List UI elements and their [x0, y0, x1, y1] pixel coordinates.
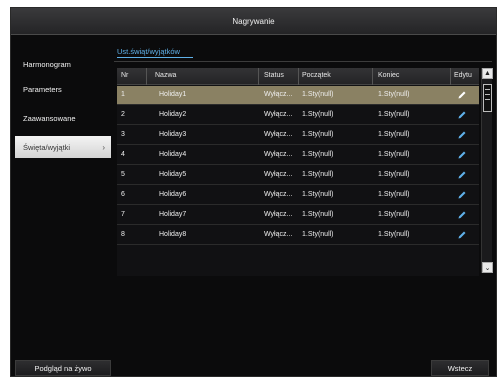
column-separator [146, 68, 147, 85]
cell-start: 1.Sty(null) [302, 91, 334, 98]
table-row[interactable]: 8 Holiday8 Wyłącz... 1.Sty(null) 1.Sty(n… [117, 226, 479, 245]
cell-start: 1.Sty(null) [302, 231, 334, 238]
cell-status: Wyłącz... [264, 151, 293, 158]
pencil-icon[interactable] [457, 230, 467, 240]
back-button[interactable]: Wstecz [431, 360, 489, 376]
column-header-edit[interactable]: Edytu [454, 72, 472, 79]
column-header-start[interactable]: Początek [302, 72, 331, 79]
holiday-table: Nr Nazwa Status Początek Koniec Edytu 1 … [117, 68, 479, 276]
cell-end: 1.Sty(null) [378, 151, 410, 158]
cell-start: 1.Sty(null) [302, 191, 334, 198]
scroll-down-button[interactable]: ⌄ [482, 262, 493, 273]
column-separator [450, 68, 451, 85]
cell-nr: 8 [121, 231, 125, 238]
cell-end: 1.Sty(null) [378, 191, 410, 198]
cell-nr: 5 [121, 171, 125, 178]
sidebar-item-holidays[interactable]: Święta/wyjątki › [15, 136, 111, 158]
pencil-icon[interactable] [457, 190, 467, 200]
column-header-name[interactable]: Nazwa [155, 72, 176, 79]
sidebar-item-parameters[interactable]: Parameters [15, 78, 111, 100]
scroll-thumb[interactable] [483, 84, 492, 112]
cell-status: Wyłącz... [264, 111, 293, 118]
cell-nr: 7 [121, 211, 125, 218]
table-row[interactable]: 4 Holiday4 Wyłącz... 1.Sty(null) 1.Sty(n… [117, 146, 479, 165]
sidebar-item-label: Święta/wyjątki [23, 142, 71, 152]
column-separator [298, 68, 299, 85]
column-separator [258, 68, 259, 85]
cell-end: 1.Sty(null) [378, 211, 410, 218]
sidebar-item-schedule[interactable]: Harmonogram [15, 53, 111, 75]
cell-status: Wyłącz... [264, 231, 293, 238]
cell-status: Wyłącz... [264, 191, 293, 198]
live-view-button[interactable]: Podgląd na żywo [15, 360, 111, 376]
cell-name: Holiday8 [159, 231, 187, 238]
cell-nr: 2 [121, 111, 125, 118]
table-row[interactable]: 5 Holiday5 Wyłącz... 1.Sty(null) 1.Sty(n… [117, 166, 479, 185]
cell-name: Holiday3 [159, 131, 187, 138]
main-panel: Ust.świąt/wyjątków Nr Nazwa Status Począ… [114, 41, 495, 341]
sidebar-item-label: Harmonogram [23, 59, 71, 69]
sidebar-item-label: Parameters [23, 84, 62, 94]
pencil-icon[interactable] [457, 170, 467, 180]
sidebar: Harmonogram Parameters Zaawansowane Świę… [11, 35, 112, 376]
tab-active-indicator [117, 57, 193, 58]
cell-status: Wyłącz... [264, 131, 293, 138]
pencil-icon[interactable] [457, 110, 467, 120]
column-header-nr[interactable]: Nr [121, 72, 128, 79]
cell-status: Wyłącz... [264, 91, 293, 98]
table-row[interactable]: 2 Holiday2 Wyłącz... 1.Sty(null) 1.Sty(n… [117, 106, 479, 125]
table-row[interactable]: 1 Holiday1 Wyłącz... 1.Sty(null) 1.Sty(n… [117, 86, 479, 105]
table-scrollbar[interactable]: ▲ ⌄ [481, 68, 493, 273]
tab-holiday-settings[interactable]: Ust.świąt/wyjątków [117, 47, 180, 56]
cell-nr: 3 [121, 131, 125, 138]
cell-name: Holiday2 [159, 111, 187, 118]
column-header-status[interactable]: Status [264, 72, 284, 79]
cell-status: Wyłącz... [264, 171, 293, 178]
cell-start: 1.Sty(null) [302, 111, 334, 118]
pencil-icon[interactable] [457, 210, 467, 220]
cell-name: Holiday4 [159, 151, 187, 158]
cell-name: Holiday7 [159, 211, 187, 218]
cell-nr: 1 [121, 91, 125, 98]
cell-name: Holiday6 [159, 191, 187, 198]
cell-start: 1.Sty(null) [302, 131, 334, 138]
pencil-icon[interactable] [457, 130, 467, 140]
cell-end: 1.Sty(null) [378, 91, 410, 98]
cell-nr: 6 [121, 191, 125, 198]
table-row[interactable]: 7 Holiday7 Wyłącz... 1.Sty(null) 1.Sty(n… [117, 206, 479, 225]
sidebar-item-label: Zaawansowane [23, 113, 76, 123]
table-row[interactable]: 6 Holiday6 Wyłącz... 1.Sty(null) 1.Sty(n… [117, 186, 479, 205]
pencil-icon[interactable] [457, 90, 467, 100]
column-separator [372, 68, 373, 85]
cell-end: 1.Sty(null) [378, 131, 410, 138]
scroll-up-button[interactable]: ▲ [482, 68, 493, 79]
pencil-icon[interactable] [457, 150, 467, 160]
window-title: Nagrywanie [11, 8, 496, 35]
cell-status: Wyłącz... [264, 211, 293, 218]
table-row[interactable]: 3 Holiday3 Wyłącz... 1.Sty(null) 1.Sty(n… [117, 126, 479, 145]
cell-start: 1.Sty(null) [302, 151, 334, 158]
cell-end: 1.Sty(null) [378, 171, 410, 178]
sidebar-item-advanced[interactable]: Zaawansowane [15, 107, 111, 129]
table-header: Nr Nazwa Status Początek Koniec Edytu [117, 68, 479, 85]
cell-name: Holiday5 [159, 171, 187, 178]
cell-end: 1.Sty(null) [378, 231, 410, 238]
chevron-right-icon: › [102, 142, 105, 152]
cell-start: 1.Sty(null) [302, 211, 334, 218]
cell-end: 1.Sty(null) [378, 111, 410, 118]
recording-window: Nagrywanie Harmonogram Parameters Zaawan… [10, 7, 497, 377]
divider [114, 61, 492, 62]
cell-start: 1.Sty(null) [302, 171, 334, 178]
cell-nr: 4 [121, 151, 125, 158]
column-header-end[interactable]: Koniec [378, 72, 399, 79]
cell-name: Holiday1 [159, 91, 187, 98]
